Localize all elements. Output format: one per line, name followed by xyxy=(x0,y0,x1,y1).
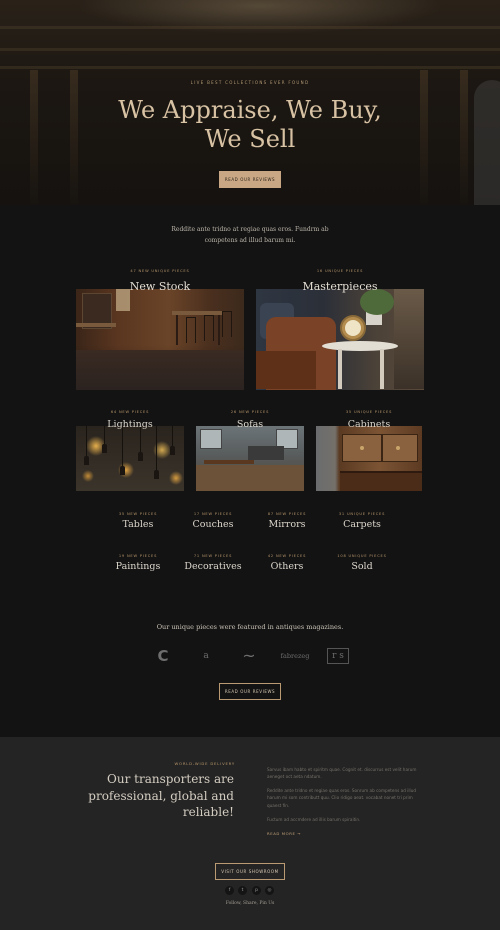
category-carpets[interactable]: 31 UNIQUE PIECES Carpets xyxy=(312,512,412,530)
visit-showroom-button[interactable]: VISIT OUR SHOWROOM xyxy=(215,863,285,880)
magazine-logo: C xyxy=(157,647,169,665)
read-reviews-button[interactable]: READ OUR REVIEWS xyxy=(219,171,281,188)
read-reviews-button[interactable]: READ OUR REVIEWS xyxy=(219,683,281,700)
pinterest-icon[interactable]: p xyxy=(252,886,261,895)
featured-card-new-stock[interactable]: 47 NEW UNIQUE PIECES New Stock xyxy=(76,269,244,390)
hero-title: We Appraise, We Buy, We Sell xyxy=(118,96,382,153)
featured-card-masterpieces[interactable]: 16 UNIQUE PIECES Masterpieces xyxy=(256,269,424,390)
cabinet-photo xyxy=(316,426,422,491)
dining-room-photo xyxy=(76,289,244,390)
sofa-room-photo xyxy=(196,426,304,491)
facebook-icon[interactable]: f xyxy=(225,886,234,895)
featured-card-cabinets[interactable]: 35 UNIQUE PIECES Cabinets xyxy=(316,410,422,491)
living-room-photo xyxy=(256,289,424,390)
featured-card-sofas[interactable]: 26 NEW PIECES Sofas xyxy=(196,410,304,491)
category-title: Carpets xyxy=(343,519,381,530)
card-title: Masterpieces xyxy=(302,280,378,293)
window-arch xyxy=(474,80,500,205)
wall-column xyxy=(420,70,428,205)
delivery-paragraph: Fuctum ad accmdere ad illis barum spirai… xyxy=(267,817,361,822)
card-title: Lightings xyxy=(107,419,153,430)
piece-count: 64 NEW PIECES xyxy=(110,410,150,414)
wall-column xyxy=(460,70,468,205)
magazine-logo: r s xyxy=(327,648,349,664)
read-more-link[interactable]: READ MORE → xyxy=(267,831,301,836)
card-title: New Stock xyxy=(129,280,191,293)
magazine-logo: ~ xyxy=(242,645,256,665)
delivery-title: Our transporters are professional, globa… xyxy=(88,772,234,819)
piece-count: 31 UNIQUE PIECES xyxy=(338,512,386,516)
category-title: Sold xyxy=(351,561,373,572)
piece-count: 26 NEW PIECES xyxy=(230,410,270,414)
piece-count: 108 UNIQUE PIECES xyxy=(337,554,387,558)
hero-kicker: LIVE BEST COLLECTIONS EVER FOUND xyxy=(190,80,310,85)
piece-count: 35 UNIQUE PIECES xyxy=(345,410,393,414)
featured-card-lightings[interactable]: 64 NEW PIECES Lightings xyxy=(76,410,184,491)
wall-column xyxy=(70,70,78,205)
ceiling-beam xyxy=(0,48,500,51)
intro-text: Reddite ante tridno at regiae quas eros.… xyxy=(171,226,329,244)
pendant-lights-photo xyxy=(76,426,184,491)
magazine-logo: a xyxy=(203,651,209,661)
instagram-icon[interactable]: ◎ xyxy=(265,886,274,895)
piece-count: 16 UNIQUE PIECES xyxy=(316,269,364,273)
piece-count: 47 NEW UNIQUE PIECES xyxy=(130,269,190,273)
twitter-icon[interactable]: t xyxy=(238,886,247,895)
magazine-logo: fabrezeg xyxy=(280,652,310,660)
follow-text: Follow, Share, Pin Us xyxy=(225,901,275,906)
press-text: Our unique pieces were featured in antiq… xyxy=(156,623,344,631)
card-title: Sofas xyxy=(236,419,264,430)
delivery-kicker: WORLD-WIDE DELIVERY xyxy=(174,761,235,766)
delivery-paragraph: Sarvus ibam habto et spiritm quae. Cogni… xyxy=(267,767,417,780)
card-title: Cabinets xyxy=(347,419,391,430)
wall-column xyxy=(30,70,38,205)
ceiling-beam xyxy=(0,26,500,29)
delivery-paragraph: Reddite ante tridno et regiae quas eros.… xyxy=(267,788,417,808)
category-sold[interactable]: 108 UNIQUE PIECES Sold xyxy=(312,554,412,572)
ceiling-beam xyxy=(0,66,500,69)
